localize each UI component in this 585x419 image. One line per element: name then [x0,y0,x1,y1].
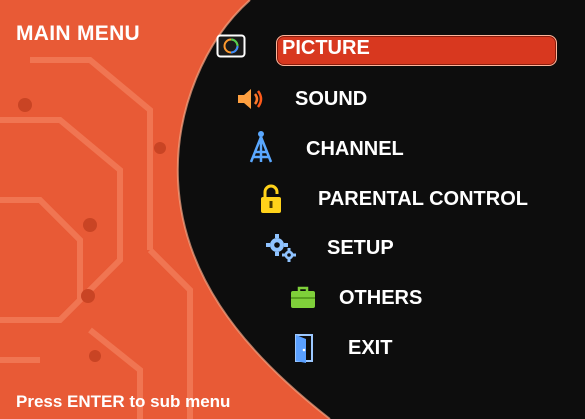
briefcase-icon [289,283,319,313]
menu-item-label: SETUP [327,237,394,259]
tv-main-menu-screen: MAIN MENU PICTURE SOUND CHANNEL PARENTAL… [0,0,585,419]
exit-door-icon [293,333,323,363]
menu-item-label: PICTURE [282,37,370,59]
lock-icon [258,184,288,214]
menu-item-label: SOUND [295,88,368,110]
picture-icon [216,33,246,63]
speaker-icon [235,84,265,114]
menu-title: MAIN MENU [16,22,141,45]
menu-item-label: PARENTAL CONTROL [318,188,528,210]
gears-icon [266,233,296,263]
menu-item-label: EXIT [348,337,393,359]
footer-hint: Press ENTER to sub menu [16,392,231,411]
antenna-icon [246,131,276,164]
menu-item-label: OTHERS [339,287,423,309]
menu-item-label: CHANNEL [306,138,404,160]
